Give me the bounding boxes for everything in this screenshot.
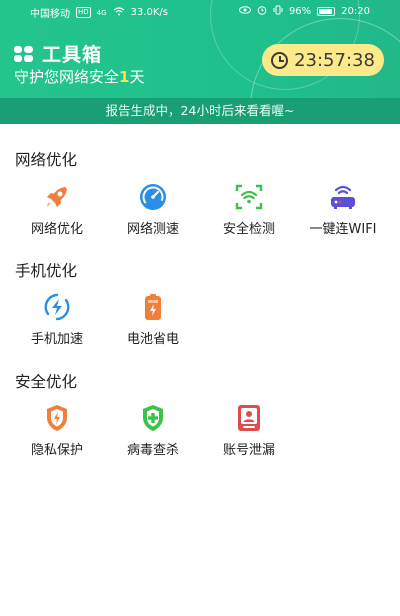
net-speed: 33.0K/s bbox=[130, 7, 168, 18]
alarm-icon bbox=[257, 5, 267, 18]
battery-icon bbox=[138, 292, 168, 322]
page-title-row: 工具箱 bbox=[14, 40, 102, 67]
account-card-icon bbox=[234, 403, 264, 433]
speedometer-icon bbox=[138, 182, 168, 212]
countdown-timer[interactable]: 23:57:38 bbox=[262, 44, 384, 76]
tool-label: 电池省电 bbox=[126, 332, 179, 347]
battery-percent: 96% bbox=[288, 6, 312, 17]
section-title-security: 安全优化 bbox=[15, 373, 78, 391]
report-banner: 报告生成中，24小时后来看看喔~ bbox=[0, 98, 400, 124]
hd-tag: HD bbox=[76, 7, 91, 18]
tool-label: 病毒查杀 bbox=[126, 443, 179, 458]
page-title: 工具箱 bbox=[42, 44, 103, 66]
tool-label: 网络测速 bbox=[126, 222, 179, 237]
toolbox-icon bbox=[14, 45, 34, 62]
wifi-icon bbox=[113, 6, 125, 19]
clock-time: 20:20 bbox=[341, 6, 370, 17]
guard-days-text: 守护您网络安全1天 bbox=[14, 66, 144, 87]
section-title-network: 网络优化 bbox=[15, 151, 78, 169]
eye-icon bbox=[238, 6, 251, 17]
wifi-scan-icon bbox=[234, 182, 264, 212]
tool-virus-scan[interactable]: 病毒查杀 bbox=[106, 403, 200, 458]
lightning-circle-icon bbox=[42, 292, 72, 322]
guard-days-count: 1 bbox=[119, 68, 130, 86]
privacy-shield-icon bbox=[42, 403, 72, 433]
tool-security-check[interactable]: 安全检测 bbox=[202, 182, 296, 237]
section-title-phone: 手机优化 bbox=[15, 262, 78, 280]
tool-label: 安全检测 bbox=[222, 222, 275, 237]
virus-shield-icon bbox=[138, 403, 168, 433]
header: 中国移动 HD 4G 33.0K/s 96% 20:20 工具箱 守护您网络安全… bbox=[0, 0, 400, 124]
countdown-value: 23:57:38 bbox=[294, 49, 375, 71]
tool-phone-boost[interactable]: 手机加速 bbox=[10, 292, 104, 347]
tool-battery-save[interactable]: 电池省电 bbox=[106, 292, 200, 347]
tool-account-leak[interactable]: 账号泄漏 bbox=[202, 403, 296, 458]
tool-privacy-protect[interactable]: 隐私保护 bbox=[10, 403, 104, 458]
net-tag: 4G bbox=[96, 8, 107, 17]
guard-days-prefix: 守护您网络安全 bbox=[14, 68, 120, 86]
router-icon bbox=[328, 182, 358, 212]
tool-label: 一键连WIFI bbox=[309, 222, 377, 237]
carrier-label: 中国移动 bbox=[30, 9, 70, 20]
tool-label: 网络优化 bbox=[30, 222, 83, 237]
rocket-icon bbox=[42, 182, 72, 212]
vibrate-icon bbox=[273, 5, 283, 18]
tool-label: 账号泄漏 bbox=[222, 443, 275, 458]
status-bar: 中国移动 HD 4G 33.0K/s 96% 20:20 bbox=[0, 0, 400, 22]
tool-speed-test[interactable]: 网络测速 bbox=[106, 182, 200, 237]
tool-network-optimize[interactable]: 网络优化 bbox=[10, 182, 104, 237]
battery-icon bbox=[317, 7, 336, 16]
clock-icon bbox=[271, 51, 289, 69]
tool-label: 手机加速 bbox=[30, 332, 83, 347]
guard-days-suffix: 天 bbox=[129, 68, 145, 86]
tool-label: 隐私保护 bbox=[30, 443, 83, 458]
tool-connect-wifi[interactable]: 一键连WIFI bbox=[296, 182, 390, 237]
